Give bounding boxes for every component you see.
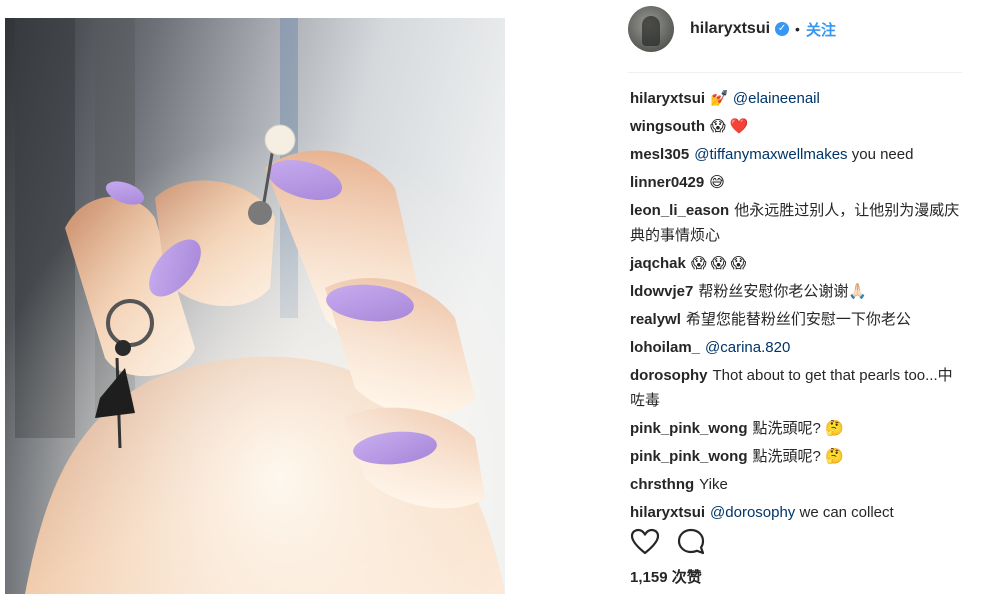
comment-item: leon_li_eason 他永远胜过别人，让他别为漫威庆典的事情烦心: [630, 198, 960, 248]
comment-text: 😱 ❤️: [710, 118, 749, 135]
instagram-post-view: hilaryxtsui ✓ • 关注 hilaryxtsui 💅 @elainee…: [0, 0, 1000, 594]
comment-item: chrsthng Yike: [630, 472, 960, 497]
comment-item: jaqchak 😱 😱 😱: [630, 251, 960, 276]
comment-item: hilaryxtsui @dorosophy we can collect: [630, 500, 960, 525]
comment-username[interactable]: hilaryxtsui: [630, 504, 705, 521]
comment-username[interactable]: pink_pink_wong: [630, 420, 748, 437]
comment-item: lohoilam_ @carina.820: [630, 335, 960, 360]
comment-bubble-icon[interactable]: [676, 527, 706, 557]
comment-text: 😱 😱 😱: [690, 255, 747, 272]
comment-item: realywl 希望您能替粉丝们安慰一下你老公: [630, 307, 960, 332]
comment-text: 點洗頭呢? 🤔: [752, 420, 844, 437]
header-divider: [628, 72, 962, 73]
comment-item: linner0429 😅: [630, 170, 960, 195]
heart-icon[interactable]: [630, 527, 660, 557]
comment-item: hilaryxtsui 💅 @elaineenail: [630, 86, 960, 111]
likes-count[interactable]: 1,159 次赞: [630, 566, 702, 587]
comment-username[interactable]: hilaryxtsui: [630, 90, 705, 107]
avatar[interactable]: [628, 6, 674, 52]
comment-username[interactable]: wingsouth: [630, 118, 705, 135]
comment-text: Yike: [699, 476, 728, 493]
comment-text: 😅: [709, 174, 725, 191]
comment-username[interactable]: dorosophy: [630, 367, 708, 384]
comment-username[interactable]: mesl305: [630, 146, 689, 163]
comment-username[interactable]: linner0429: [630, 174, 704, 191]
post-header: hilaryxtsui ✓ • 关注: [628, 4, 968, 54]
comment-username[interactable]: jaqchak: [630, 255, 686, 272]
comment-item: ldowvje7 帮粉丝安慰你老公谢谢🙏🏻: [630, 279, 960, 304]
action-bar: [630, 526, 960, 558]
comment-item: pink_pink_wong 點洗頭呢? 🤔: [630, 444, 960, 469]
comment-username[interactable]: leon_li_eason: [630, 202, 729, 219]
header-separator: •: [795, 21, 800, 37]
comment-text: you need: [847, 146, 914, 163]
comment-text: 點洗頭呢? 🤔: [752, 448, 844, 465]
comment-mention[interactable]: @carina.820: [705, 339, 790, 356]
comment-mention[interactable]: @elaineenail: [733, 90, 820, 107]
comment-mention[interactable]: @tiffanymaxwellmakes: [694, 146, 847, 163]
verified-badge-icon: ✓: [775, 22, 790, 36]
header-username[interactable]: hilaryxtsui: [690, 20, 770, 38]
comment-text: we can collect: [795, 504, 894, 521]
comment-username[interactable]: pink_pink_wong: [630, 448, 748, 465]
post-photo[interactable]: [5, 18, 505, 594]
post-photo-illustration: [5, 18, 505, 594]
comment-mention[interactable]: @dorosophy: [710, 504, 795, 521]
comment-emoji: 💅: [710, 90, 733, 107]
comments-list: hilaryxtsui 💅 @elaineenail wingsouth 😱 ❤️ …: [630, 86, 960, 528]
comment-username[interactable]: ldowvje7: [630, 283, 693, 300]
comment-item: wingsouth 😱 ❤️: [630, 114, 960, 139]
comment-username[interactable]: realywl: [630, 311, 681, 328]
comment-item: mesl305 @tiffanymaxwellmakes you need: [630, 142, 960, 167]
comment-text: 希望您能替粉丝们安慰一下你老公: [685, 311, 911, 328]
comment-username[interactable]: chrsthng: [630, 476, 694, 493]
follow-button[interactable]: 关注: [806, 19, 836, 40]
comment-username[interactable]: lohoilam_: [630, 339, 700, 356]
comment-text: 帮粉丝安慰你老公谢谢🙏🏻: [698, 283, 868, 300]
comment-item: dorosophy Thot about to get that pearls t…: [630, 363, 960, 413]
comment-item: pink_pink_wong 點洗頭呢? 🤔: [630, 416, 960, 441]
